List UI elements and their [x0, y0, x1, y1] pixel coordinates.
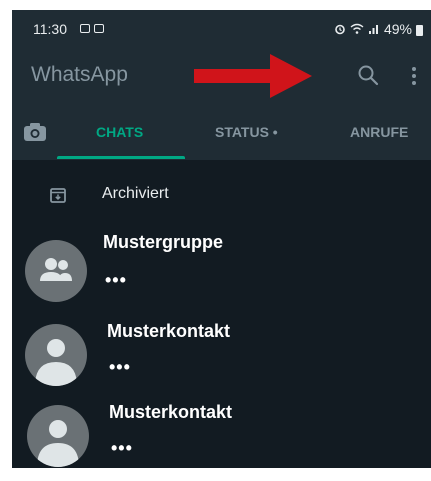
- archived-label: Archiviert: [102, 185, 169, 202]
- chat-name: Musterkontakt: [107, 321, 231, 341]
- camera-icon[interactable]: [23, 122, 47, 142]
- contact-avatar-icon: [25, 324, 87, 386]
- overflow-menu-icon[interactable]: [408, 64, 420, 88]
- tab-anrufe[interactable]: ANRUFE: [350, 124, 408, 140]
- tab-chats[interactable]: CHATS: [96, 124, 143, 140]
- wifi-icon: [350, 23, 364, 34]
- chat-row[interactable]: Musterkontakt •••: [12, 394, 431, 468]
- chat-row[interactable]: Mustergruppe •••: [12, 227, 431, 307]
- status-bar: 11:30 49%: [12, 10, 431, 50]
- alarm-icon: [335, 24, 345, 35]
- gallery-notification-icon: [80, 24, 90, 33]
- battery-percent: 49%: [383, 21, 412, 37]
- contact-avatar-icon: [27, 405, 89, 467]
- app-title: WhatsApp: [31, 63, 128, 86]
- phone-screen: 11:30 49% WhatsApp CHATS STATUS • ANRUFE…: [12, 10, 431, 468]
- chat-row[interactable]: Musterkontakt •••: [12, 313, 431, 393]
- archive-icon: [50, 188, 66, 203]
- search-icon[interactable]: [356, 63, 380, 87]
- notification-icons: [80, 21, 104, 33]
- app-header: 11:30 49% WhatsApp CHATS STATUS • ANRUFE: [12, 10, 431, 160]
- red-arrow-annotation: [194, 54, 312, 98]
- chat-name: Mustergruppe: [103, 232, 224, 252]
- active-tab-indicator: [57, 156, 185, 159]
- tab-status[interactable]: STATUS •: [215, 124, 278, 140]
- signal-icon: [368, 25, 378, 34]
- tab-bar: CHATS STATUS • ANRUFE: [12, 110, 431, 160]
- message-notification-icon: [94, 24, 104, 33]
- archived-chats-row[interactable]: Archiviert: [12, 175, 431, 215]
- chat-preview: •••: [105, 270, 127, 290]
- chat-name: Musterkontakt: [109, 402, 233, 422]
- chat-preview: •••: [109, 357, 131, 377]
- chat-preview: •••: [111, 438, 133, 458]
- status-right: 49%: [334, 21, 423, 37]
- battery-icon: [416, 24, 423, 36]
- group-avatar-icon: [25, 240, 87, 302]
- status-time: 11:30: [33, 21, 67, 37]
